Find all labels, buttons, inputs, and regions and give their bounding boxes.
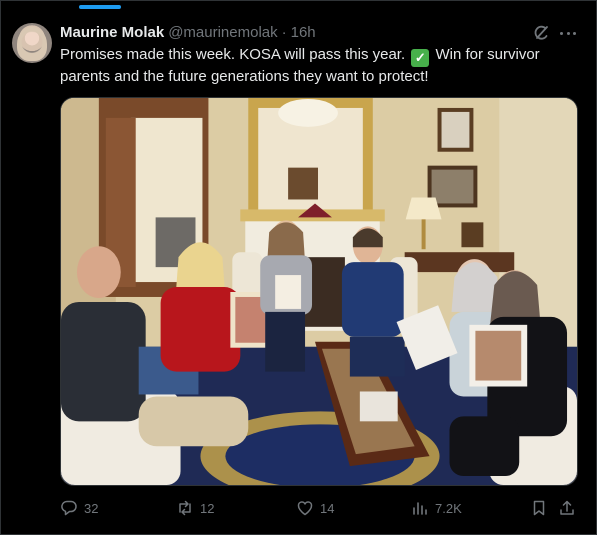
- tweet-card[interactable]: Maurine Molak @maurinemolak · 16h Promis…: [0, 0, 597, 535]
- share-button[interactable]: [558, 497, 576, 519]
- heart-icon: [297, 501, 313, 516]
- reply-icon: [61, 500, 77, 516]
- view-count: 7.2K: [435, 500, 462, 516]
- bookmark-icon: [533, 500, 545, 516]
- tweet-actions-bar: 32 12 14 7.2K: [60, 497, 580, 519]
- tweet-text: Promises made this week. KOSA will pass …: [60, 45, 580, 87]
- tweet-photo[interactable]: [60, 97, 578, 486]
- author-name[interactable]: Maurine Molak: [60, 23, 164, 43]
- views-bar-chart-icon: [413, 502, 427, 515]
- scroll-accent-bar: [79, 5, 121, 9]
- like-button[interactable]: 14: [296, 497, 334, 519]
- reply-button[interactable]: 32: [60, 497, 98, 519]
- views-button[interactable]: 7.2K: [411, 497, 462, 519]
- photo-illustration: [61, 98, 577, 485]
- repost-count: 12: [200, 500, 215, 516]
- check-mark-emoji-icon: ✓: [411, 49, 430, 67]
- tweet-header: Maurine Molak @maurinemolak · 16h: [60, 23, 316, 43]
- repost-icon: [179, 500, 191, 516]
- grok-icon[interactable]: [532, 24, 550, 42]
- bookmark-button[interactable]: [530, 497, 548, 519]
- reply-count: 32: [84, 500, 99, 516]
- author-avatar[interactable]: [12, 23, 52, 63]
- more-dots-icon[interactable]: [559, 24, 577, 42]
- repost-button[interactable]: 12: [176, 497, 214, 519]
- tweet-text-part1: Promises made this week. KOSA will pass …: [60, 46, 406, 63]
- author-handle[interactable]: @maurinemolak: [168, 23, 277, 43]
- share-icon: [560, 500, 574, 515]
- like-count: 14: [320, 500, 335, 516]
- header-separator: ·: [281, 24, 287, 41]
- tweet-timestamp[interactable]: 16h: [291, 23, 316, 43]
